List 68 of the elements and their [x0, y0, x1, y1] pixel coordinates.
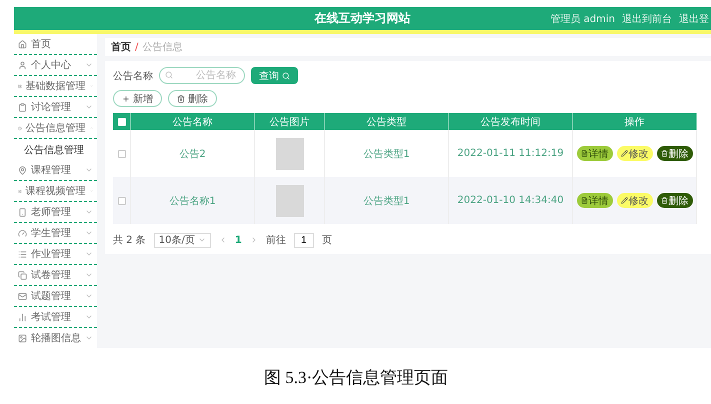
pencil-icon — [620, 150, 628, 157]
chevron-down-icon — [85, 313, 93, 321]
add-button[interactable]: 新增 — [113, 90, 162, 107]
row-checkbox[interactable] — [118, 150, 126, 158]
page-input[interactable]: 1 — [294, 232, 314, 248]
page-number[interactable]: 1 — [234, 234, 242, 246]
document-icon — [580, 150, 588, 157]
menu-icon — [18, 102, 27, 112]
document-icon — [580, 197, 588, 204]
menu-icon — [18, 312, 27, 322]
delete-button[interactable]: 删除 — [656, 146, 692, 161]
goto-label: 前往 — [266, 234, 286, 247]
site-title: 在线互动学习网站 — [314, 10, 410, 27]
edit-button[interactable]: 修改 — [616, 146, 652, 161]
column-header: 操作 — [573, 113, 697, 130]
chevron-down-icon — [85, 166, 93, 174]
menu-icon — [18, 208, 27, 216]
chevron-down-icon — [85, 208, 93, 216]
search-icon — [282, 72, 290, 80]
chevron-down-icon — [85, 250, 93, 258]
edit-button[interactable]: 修改 — [616, 193, 652, 208]
search-icon — [165, 71, 173, 79]
menu-icon — [18, 228, 27, 238]
sidebar-subitem[interactable]: 公告信息管理 — [14, 139, 97, 160]
figure-caption: 图 5.3·公告信息管理页面 — [263, 367, 450, 389]
page-size-select[interactable]: 10条/页 — [154, 232, 211, 248]
menu-icon — [18, 60, 27, 70]
page-suffix: 页 — [322, 234, 332, 247]
select-all-checkbox[interactable] — [118, 118, 126, 126]
delete-button[interactable]: 删除 — [656, 193, 692, 208]
trash-icon — [660, 150, 668, 157]
search-button[interactable]: 查询 — [251, 67, 298, 84]
menu-icon — [18, 270, 27, 280]
column-header: 公告图片 — [255, 113, 325, 130]
plus-icon — [122, 94, 130, 102]
chevron-down-icon — [198, 236, 206, 244]
menu-icon — [18, 40, 27, 48]
column-header: 公告类型 — [325, 113, 449, 130]
chevron-down-icon — [85, 229, 93, 237]
trash-icon — [660, 197, 668, 204]
menu-icon — [18, 292, 27, 300]
photo-placeholder — [276, 138, 304, 170]
detail-button[interactable]: 详情 — [576, 193, 612, 208]
chevron-down-icon — [85, 334, 93, 342]
column-header: 公告名称 — [131, 113, 255, 130]
menu-icon — [18, 250, 27, 258]
photo-placeholder — [276, 184, 304, 216]
pencil-icon — [620, 197, 628, 204]
search-label: 公告名称 — [113, 70, 153, 82]
menu-icon — [18, 124, 22, 132]
delete-button[interactable]: 删除 — [168, 90, 217, 107]
chevron-down-icon — [85, 61, 93, 69]
chevron-down-icon — [85, 292, 93, 300]
menu-icon — [18, 334, 27, 342]
table-cell: 2022-01-10 14:34:40 — [449, 177, 573, 224]
column-header: 公告发布时间 — [449, 113, 573, 130]
detail-button[interactable]: 详情 — [576, 146, 612, 161]
chevron-down-icon — [85, 271, 93, 279]
total-count: 共 2 条 — [113, 234, 146, 247]
search-field[interactable]: 公告名称 — [159, 67, 245, 84]
trash-icon — [177, 94, 185, 102]
table-cell: 公告类型1 — [325, 177, 449, 224]
breadcrumb-separator: / — [135, 42, 138, 52]
chevron-down-icon — [85, 103, 93, 111]
row-checkbox[interactable] — [118, 196, 126, 204]
breadcrumb-link[interactable]: 首页 — [111, 40, 131, 54]
menu-icon — [18, 166, 27, 174]
table-cell: 公告名称1 — [131, 177, 255, 224]
